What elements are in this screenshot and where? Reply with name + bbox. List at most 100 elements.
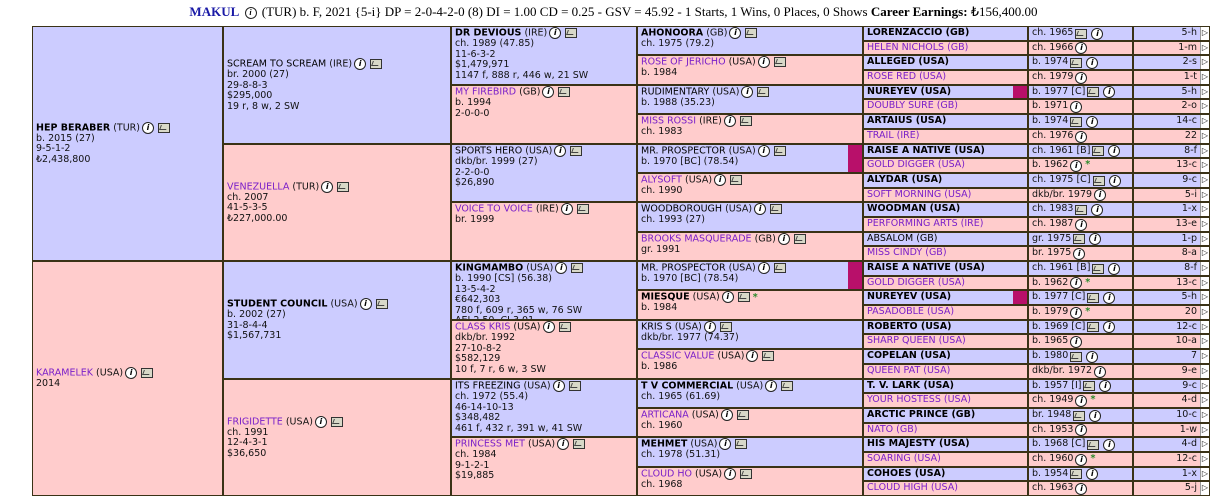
ancestor-name-link[interactable]: GOLD DIGGER (USA) bbox=[867, 160, 965, 171]
ancestor-name-link[interactable]: FRIGIDETTE bbox=[227, 416, 283, 428]
info-circle-icon[interactable]: i bbox=[1075, 130, 1088, 143]
ancestor-name-link[interactable]: VENEZUELLA bbox=[227, 181, 289, 193]
triangle-right-icon[interactable] bbox=[1200, 350, 1209, 363]
ancestor-name-link[interactable]: CLOUD HO bbox=[641, 469, 692, 480]
ancestor-name-link[interactable]: ALYSOFT bbox=[641, 175, 682, 186]
video-icon[interactable] bbox=[745, 28, 758, 38]
info-circle-icon[interactable]: i bbox=[729, 27, 742, 39]
triangle-right-icon[interactable] bbox=[1200, 71, 1209, 84]
info-circle-icon[interactable]: i bbox=[714, 174, 727, 186]
triangle-right-icon[interactable] bbox=[1200, 424, 1209, 436]
ancestor-name-link[interactable]: MIESQUE bbox=[641, 292, 690, 303]
ancestor-name-link[interactable]: WOODBOROUGH bbox=[641, 204, 722, 215]
info-circle-icon[interactable]: i bbox=[765, 380, 778, 392]
ancestor-name-link[interactable]: ARTAIUS (USA) bbox=[867, 116, 946, 127]
info-circle-icon[interactable]: i bbox=[1108, 145, 1121, 157]
info-circle-icon[interactable]: i bbox=[741, 86, 754, 98]
ancestor-name-link[interactable]: HEP BERABER bbox=[36, 122, 110, 134]
info-circle-icon[interactable]: i bbox=[1075, 424, 1088, 436]
info-circle-icon[interactable]: i bbox=[555, 262, 568, 274]
info-circle-icon[interactable]: i bbox=[719, 438, 732, 450]
video-icon[interactable] bbox=[1087, 439, 1100, 450]
video-icon[interactable] bbox=[1075, 204, 1088, 215]
triangle-right-icon[interactable] bbox=[1200, 174, 1209, 187]
info-circle-icon[interactable]: i bbox=[1086, 350, 1099, 363]
info-circle-icon[interactable]: i bbox=[359, 298, 372, 311]
ancestor-name-link[interactable]: NUREYEV (USA) bbox=[867, 292, 951, 303]
info-circle-icon[interactable]: i bbox=[1086, 115, 1099, 128]
info-circle-icon[interactable]: i bbox=[724, 468, 737, 480]
triangle-right-icon[interactable] bbox=[1200, 438, 1209, 451]
ancestor-name-link[interactable]: ALLEGED (USA) bbox=[867, 57, 949, 68]
info-circle-icon[interactable]: i bbox=[549, 27, 562, 39]
info-circle-icon[interactable]: i bbox=[720, 409, 733, 421]
ancestor-name-link[interactable]: SOFT MORNING (USA) bbox=[867, 189, 971, 201]
video-icon[interactable] bbox=[1092, 263, 1105, 274]
ancestor-name-link[interactable]: STUDENT COUNCIL bbox=[227, 299, 327, 310]
ancestor-name-link[interactable]: T. V. LARK (USA) bbox=[867, 380, 954, 392]
info-circle-icon[interactable]: i bbox=[754, 203, 767, 215]
info-circle-icon[interactable]: i bbox=[757, 56, 770, 68]
info-circle-icon[interactable]: i bbox=[1099, 380, 1112, 392]
video-icon[interactable] bbox=[739, 116, 752, 126]
ancestor-name-link[interactable]: ROSE OF JERICHO bbox=[641, 57, 726, 68]
info-circle-icon[interactable]: i bbox=[1070, 306, 1083, 319]
info-circle-icon[interactable]: i bbox=[1075, 71, 1088, 84]
info-circle-icon[interactable]: i bbox=[1091, 27, 1104, 40]
info-circle-icon[interactable]: i bbox=[560, 203, 573, 215]
ancestor-name-link[interactable]: ROBERTO (USA) bbox=[867, 321, 951, 333]
video-icon[interactable] bbox=[757, 87, 770, 97]
ancestor-name-link[interactable]: KRIS S bbox=[641, 322, 672, 333]
info-circle-icon[interactable]: i bbox=[314, 415, 327, 428]
ancestor-name-link[interactable]: SCREAM TO SCREAM bbox=[227, 59, 326, 70]
triangle-right-icon[interactable] bbox=[1200, 42, 1209, 54]
video-icon[interactable] bbox=[1070, 116, 1083, 127]
video-icon[interactable] bbox=[1092, 146, 1105, 156]
triangle-right-icon[interactable] bbox=[1200, 86, 1209, 98]
info-circle-icon[interactable]: i bbox=[554, 145, 567, 157]
video-icon[interactable] bbox=[735, 439, 748, 449]
info-circle-icon[interactable]: i bbox=[757, 262, 770, 274]
video-icon[interactable] bbox=[1070, 57, 1083, 68]
video-icon[interactable] bbox=[157, 122, 170, 133]
info-circle-icon[interactable]: i bbox=[141, 121, 154, 134]
video-icon[interactable] bbox=[570, 146, 583, 156]
video-icon[interactable] bbox=[558, 87, 571, 97]
triangle-right-icon[interactable] bbox=[1200, 145, 1209, 157]
video-icon[interactable] bbox=[1087, 87, 1100, 97]
info-circle-icon[interactable]: i bbox=[1070, 335, 1083, 348]
ancestor-name-link[interactable]: CLOUD HIGH (USA) bbox=[867, 483, 958, 494]
info-circle-icon[interactable]: i bbox=[1103, 321, 1116, 333]
ancestor-name-link[interactable]: COHOES (USA) bbox=[867, 468, 945, 480]
triangle-right-icon[interactable] bbox=[1200, 56, 1209, 69]
ancestor-name-link[interactable]: ABSALOM (GB) bbox=[867, 233, 938, 245]
ancestor-name-link[interactable]: SHARP QUEEN (USA) bbox=[867, 336, 966, 347]
video-icon[interactable] bbox=[762, 351, 775, 361]
horse-name-link[interactable]: MAKUL bbox=[189, 4, 239, 19]
triangle-right-icon[interactable] bbox=[1200, 159, 1209, 172]
video-icon[interactable] bbox=[1075, 28, 1088, 39]
triangle-right-icon[interactable] bbox=[1200, 335, 1209, 348]
ancestor-name-link[interactable]: HIS MAJESTY (USA) bbox=[867, 439, 970, 450]
info-circle-icon[interactable]: i bbox=[1073, 247, 1086, 260]
video-icon[interactable] bbox=[1070, 469, 1083, 479]
video-icon[interactable] bbox=[1087, 292, 1100, 303]
ancestor-name-link[interactable]: RAISE A NATIVE (USA) bbox=[867, 263, 985, 274]
ancestor-name-link[interactable]: DOUBLY SURE (GB) bbox=[867, 101, 958, 112]
video-icon[interactable] bbox=[571, 263, 584, 273]
triangle-right-icon[interactable] bbox=[1200, 100, 1209, 113]
info-circle-icon[interactable]: i bbox=[1075, 453, 1088, 466]
ancestor-name-link[interactable]: TRAIL (IRE) bbox=[867, 131, 919, 142]
video-icon[interactable] bbox=[1083, 381, 1096, 391]
video-icon[interactable] bbox=[736, 410, 749, 420]
triangle-right-icon[interactable] bbox=[1200, 115, 1209, 128]
ancestor-name-link[interactable]: CLASSIC VALUE bbox=[641, 351, 714, 362]
triangle-right-icon[interactable] bbox=[1200, 380, 1209, 392]
ancestor-name-link[interactable]: DR DEVIOUS bbox=[455, 28, 521, 39]
info-circle-icon[interactable]: i bbox=[1075, 218, 1088, 231]
info-circle-icon[interactable]: i bbox=[542, 321, 555, 333]
info-circle-icon[interactable]: i bbox=[1108, 262, 1121, 275]
ancestor-name-link[interactable]: PASADOBLE (USA) bbox=[867, 307, 954, 318]
info-circle-icon[interactable]: i bbox=[1070, 100, 1083, 113]
info-circle-icon[interactable]: i bbox=[723, 115, 736, 127]
